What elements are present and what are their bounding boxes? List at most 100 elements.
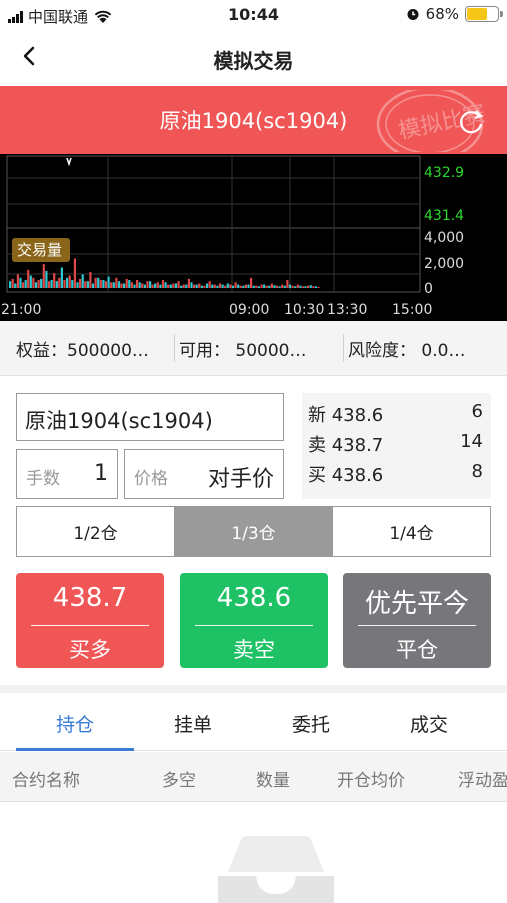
battery-percent: 68% <box>425 5 459 23</box>
contract-title: 原油1904(sc1904) <box>159 109 348 133</box>
volume-tick-2000: 2,000 <box>424 256 464 272</box>
volume-bar <box>265 285 268 288</box>
volume-bar <box>154 283 157 288</box>
volume-bar <box>244 284 247 288</box>
volume-bar <box>278 286 281 288</box>
volume-bar <box>206 283 209 288</box>
volume-bar <box>99 280 102 288</box>
quantity-field[interactable]: 手数 1 <box>16 449 118 499</box>
volume-bar <box>149 281 152 288</box>
volume-bar <box>32 277 35 288</box>
volume-bar <box>128 280 131 288</box>
volume-bar <box>301 286 305 288</box>
sell-action-label: 卖空 <box>233 638 275 662</box>
volume-bar <box>182 284 185 288</box>
column-quantity: 数量 <box>256 771 290 791</box>
volume-bar <box>247 284 250 288</box>
quote-row-bid: 买 438.6 8 <box>308 461 483 491</box>
volume-bar <box>37 280 40 288</box>
volume-bar <box>224 285 227 288</box>
tab-pending[interactable]: 挂单 <box>134 693 252 750</box>
price-field[interactable]: 价格 对手价 <box>124 449 284 499</box>
volume-bar <box>167 284 170 288</box>
volume-bar <box>299 285 302 288</box>
volume-bar <box>91 283 95 288</box>
time-label-1030: 10:30 <box>284 302 324 318</box>
volume-bar <box>86 281 89 288</box>
volume-bar <box>226 283 229 288</box>
volume-bar <box>312 286 315 288</box>
volume-bar <box>288 284 292 288</box>
volume-bar <box>89 272 92 288</box>
quote-row-last: 新 438.6 6 <box>308 401 483 431</box>
tab-positions[interactable]: 持仓 <box>16 693 134 751</box>
column-avg-price: 开仓均价 <box>337 771 405 791</box>
time-label-1500: 15:00 <box>392 302 432 318</box>
volume-bar <box>294 286 297 288</box>
volume-bar <box>47 281 51 288</box>
volume-bar <box>68 275 71 288</box>
volume-bar <box>53 273 56 288</box>
volume-bar <box>317 286 320 288</box>
divider <box>195 625 313 626</box>
close-position-button[interactable]: 优先平今 平仓 <box>343 573 491 668</box>
volume-bar <box>63 280 66 288</box>
price-label: 价格 <box>134 469 168 489</box>
quote-bid-volume: 8 <box>471 461 483 482</box>
refresh-icon[interactable] <box>454 107 488 137</box>
volume-bar <box>104 281 108 288</box>
volume-bar <box>58 277 61 288</box>
volume-badge: 交易量 <box>17 241 62 259</box>
tab-bar: 持仓 挂单 委托 成交 <box>0 693 507 751</box>
volume-bar <box>125 278 128 288</box>
table-header: 合约名称 多空 数量 开仓均价 浮动盈 <box>0 752 507 802</box>
column-contract: 合约名称 <box>12 771 80 791</box>
volume-bar <box>97 277 100 288</box>
volume-bar <box>291 285 294 288</box>
volume-bar <box>161 280 165 288</box>
volume-bar <box>110 282 113 288</box>
volume-bar <box>71 280 74 288</box>
volume-bar <box>275 285 279 288</box>
volume-bar <box>42 264 45 288</box>
volume-bar <box>242 285 245 288</box>
volume-bar <box>11 278 14 288</box>
contract-selector[interactable]: 原油1904(sc1904) <box>16 393 284 441</box>
volume-bar <box>250 277 253 288</box>
sell-short-button[interactable]: 438.6 卖空 <box>180 573 328 668</box>
available-text: 可用： 50000… <box>179 340 307 361</box>
volume-bar <box>257 286 260 288</box>
volume-bar <box>273 285 276 288</box>
volume-bar <box>94 277 97 288</box>
volume-bar <box>138 282 141 288</box>
close-action-label: 平仓 <box>396 638 438 662</box>
volume-bar <box>268 285 271 288</box>
volume-bar <box>180 285 183 288</box>
tab-orders[interactable]: 委托 <box>252 693 370 750</box>
volume-bar <box>263 284 266 288</box>
volume-bar <box>203 285 206 288</box>
quote-ask-price: 卖 438.7 <box>308 435 384 456</box>
ratio-half-button[interactable]: 1/2仓 <box>17 507 174 556</box>
volume-bar <box>146 281 149 288</box>
buy-long-button[interactable]: 438.7 买多 <box>16 573 164 668</box>
account-summary: 权益：500000… 可用： 50000… 风险度： 0.0… <box>0 321 507 376</box>
volume-bar <box>143 284 146 288</box>
volume-bar <box>309 285 312 288</box>
volume-bar <box>237 284 240 288</box>
volume-bar <box>55 281 58 288</box>
tab-trades[interactable]: 成交 <box>370 693 488 750</box>
volume-bar <box>159 284 162 288</box>
volume-bar <box>133 284 136 288</box>
volume-bar <box>314 286 317 288</box>
chart-grid <box>6 155 421 293</box>
volume-bar <box>198 283 201 288</box>
quote-ask-volume: 14 <box>460 431 483 452</box>
volume-bar <box>174 283 178 288</box>
ratio-quarter-button[interactable]: 1/4仓 <box>332 507 490 556</box>
quote-last-volume: 6 <box>471 401 483 422</box>
divider <box>343 334 344 362</box>
volume-bar <box>252 285 255 288</box>
volume-bar <box>79 278 82 288</box>
ratio-third-button[interactable]: 1/3仓 <box>174 507 332 556</box>
